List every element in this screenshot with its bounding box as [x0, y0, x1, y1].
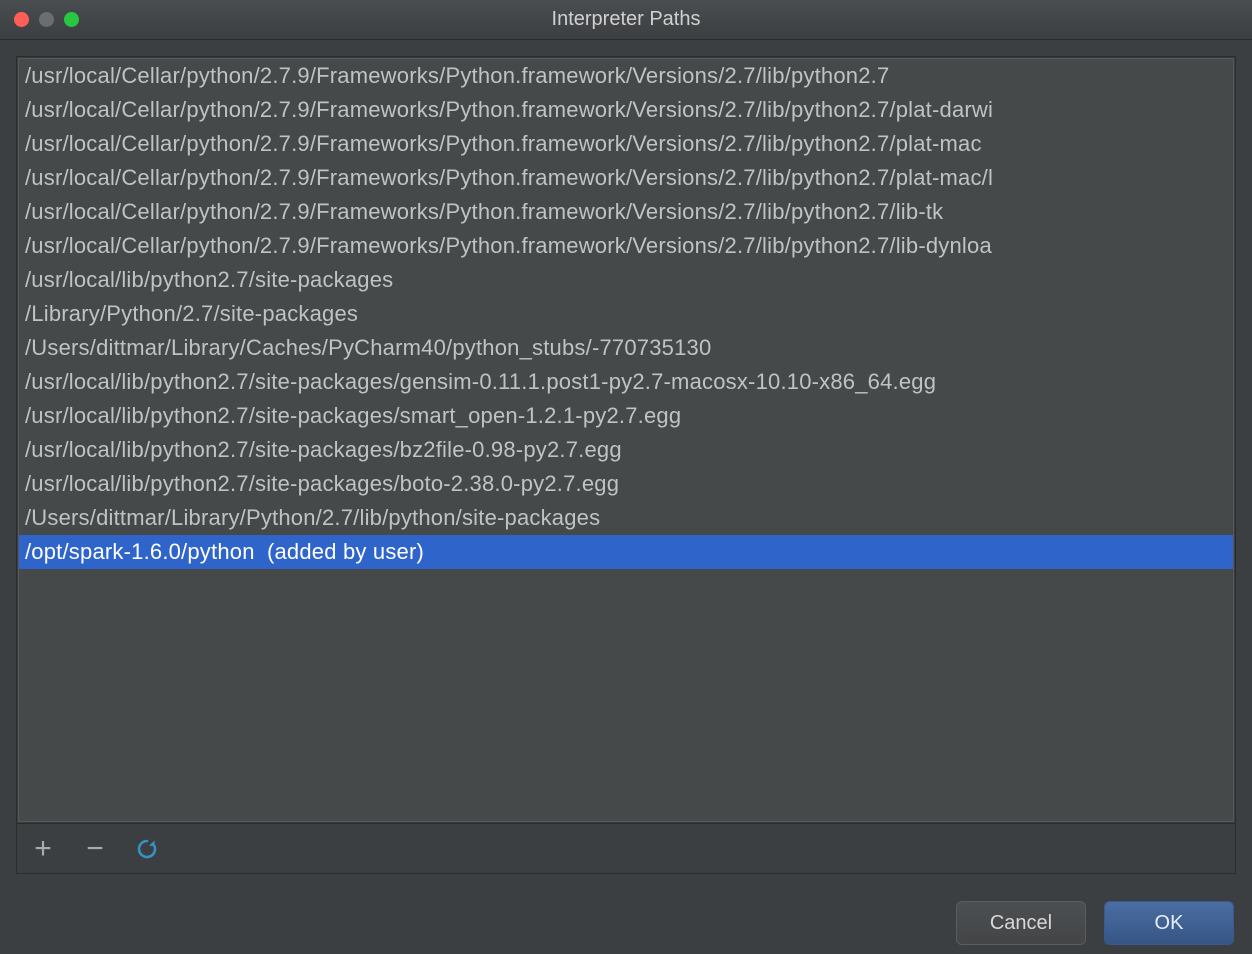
path-row[interactable]: /Library/Python/2.7/site-packages	[19, 297, 1233, 331]
path-row[interactable]: /usr/local/Cellar/python/2.7.9/Framework…	[19, 161, 1233, 195]
cancel-button[interactable]: Cancel	[956, 901, 1086, 945]
path-row[interactable]: /usr/local/lib/python2.7/site-packages/b…	[19, 433, 1233, 467]
remove-path-button[interactable]: −	[83, 837, 107, 861]
paths-list[interactable]: /usr/local/Cellar/python/2.7.9/Framework…	[18, 58, 1234, 822]
path-text: /usr/local/lib/python2.7/site-packages/g…	[25, 369, 936, 394]
path-text: /usr/local/Cellar/python/2.7.9/Framework…	[25, 165, 993, 190]
path-row[interactable]: /usr/local/lib/python2.7/site-packages/g…	[19, 365, 1233, 399]
paths-toolbar: + −	[17, 823, 1235, 873]
plus-icon: +	[34, 834, 52, 864]
path-text: /Users/dittmar/Library/Caches/PyCharm40/…	[25, 335, 711, 360]
path-row[interactable]: /usr/local/lib/python2.7/site-packages/s…	[19, 399, 1233, 433]
path-row[interactable]: /Users/dittmar/Library/Caches/PyCharm40/…	[19, 331, 1233, 365]
path-text: /usr/local/lib/python2.7/site-packages	[25, 267, 393, 292]
path-row[interactable]: /usr/local/Cellar/python/2.7.9/Framework…	[19, 195, 1233, 229]
path-text: /Users/dittmar/Library/Python/2.7/lib/py…	[25, 505, 600, 530]
path-text: /usr/local/lib/python2.7/site-packages/s…	[25, 403, 681, 428]
path-row[interactable]: /usr/local/Cellar/python/2.7.9/Framework…	[19, 93, 1233, 127]
traffic-lights	[14, 12, 79, 27]
path-row[interactable]: /usr/local/Cellar/python/2.7.9/Framework…	[19, 229, 1233, 263]
path-text: /opt/spark-1.6.0/python	[25, 539, 255, 564]
path-text: /usr/local/Cellar/python/2.7.9/Framework…	[25, 131, 982, 156]
paths-panel: /usr/local/Cellar/python/2.7.9/Framework…	[16, 56, 1236, 874]
path-text: /usr/local/Cellar/python/2.7.9/Framework…	[25, 199, 943, 224]
titlebar: Interpreter Paths	[0, 0, 1252, 40]
reload-paths-button[interactable]	[135, 837, 159, 861]
ok-button[interactable]: OK	[1104, 901, 1234, 945]
path-row[interactable]: /usr/local/lib/python2.7/site-packages/b…	[19, 467, 1233, 501]
add-path-button[interactable]: +	[31, 837, 55, 861]
zoom-window-button[interactable]	[64, 12, 79, 27]
window-title: Interpreter Paths	[0, 8, 1252, 31]
path-row[interactable]: /usr/local/Cellar/python/2.7.9/Framework…	[19, 127, 1233, 161]
reload-icon	[135, 836, 159, 862]
path-row[interactable]: /Users/dittmar/Library/Python/2.7/lib/py…	[19, 501, 1233, 535]
path-text: /usr/local/Cellar/python/2.7.9/Framework…	[25, 97, 993, 122]
path-text: /Library/Python/2.7/site-packages	[25, 301, 358, 326]
minimize-window-button[interactable]	[39, 12, 54, 27]
path-text: /usr/local/lib/python2.7/site-packages/b…	[25, 471, 619, 496]
minus-icon: −	[86, 834, 104, 864]
path-text: /usr/local/Cellar/python/2.7.9/Framework…	[25, 63, 889, 88]
path-text: /usr/local/Cellar/python/2.7.9/Framework…	[25, 233, 992, 258]
close-window-button[interactable]	[14, 12, 29, 27]
dialog-footer: Cancel OK	[0, 892, 1252, 954]
path-row[interactable]: /usr/local/lib/python2.7/site-packages	[19, 263, 1233, 297]
path-row[interactable]: /usr/local/Cellar/python/2.7.9/Framework…	[19, 59, 1233, 93]
path-text: /usr/local/lib/python2.7/site-packages/b…	[25, 437, 622, 462]
path-suffix: (added by user)	[261, 539, 424, 564]
path-row[interactable]: /opt/spark-1.6.0/python (added by user)	[19, 535, 1233, 569]
dialog-body: /usr/local/Cellar/python/2.7.9/Framework…	[0, 40, 1252, 892]
